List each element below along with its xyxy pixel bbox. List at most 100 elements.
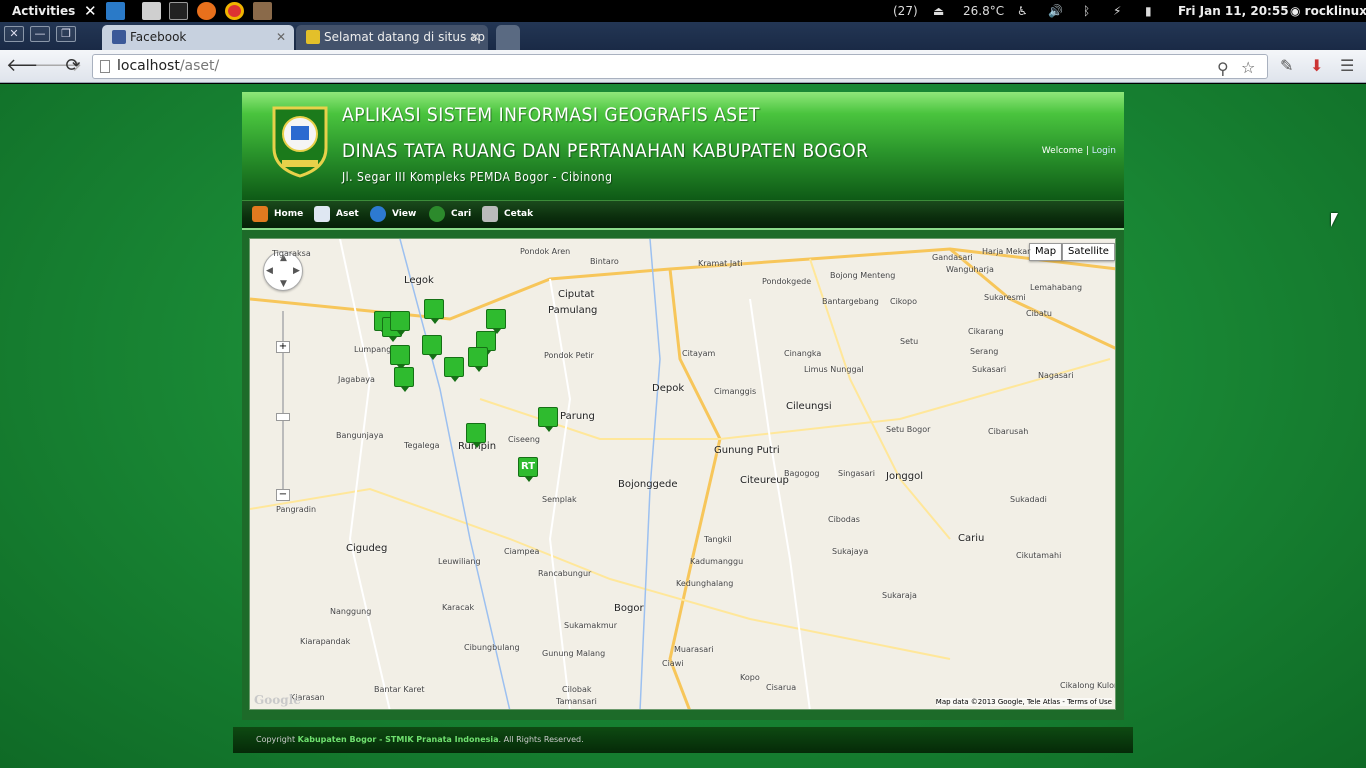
pan-right-icon[interactable]: ▶ [293, 266, 300, 276]
bookmark-star-icon[interactable]: ☆ [1241, 56, 1255, 79]
window-close-icon[interactable]: ✕ [4, 26, 24, 42]
bluetooth-icon[interactable]: ᛒ [1083, 0, 1090, 22]
window-restore-icon[interactable]: ❐ [56, 26, 76, 42]
asset-marker[interactable] [444, 357, 464, 382]
footer-brand: Kabupaten Bogor - STMIK Pranata Indonesi… [297, 735, 499, 744]
map-type-satellite-button[interactable]: Satellite [1062, 243, 1115, 261]
asset-marker[interactable] [394, 367, 414, 392]
pan-left-icon[interactable]: ◀ [266, 266, 273, 276]
map-label: Bantar Karet [374, 685, 425, 694]
menu-item-home[interactable]: Home [252, 201, 303, 229]
asset-marker[interactable] [466, 423, 486, 448]
map-zoom-control[interactable]: + − [276, 311, 290, 501]
accessibility-icon[interactable]: ♿ [1017, 0, 1028, 22]
map-label: Setu Bogor [886, 425, 931, 434]
google-map[interactable]: Map Satellite ▲ ◀ ▶ ▼ + − Tigaraksa Lego… [249, 238, 1116, 710]
map-label: Nagasari [1038, 371, 1074, 380]
map-label: Cikopo [890, 297, 918, 306]
footer-suffix: . All Rights Reserved. [498, 735, 584, 744]
menu-label: Cari [451, 209, 472, 219]
clock[interactable]: Fri Jan 11, 20:55 [1178, 0, 1289, 22]
menu-icon[interactable]: ☰ [1340, 56, 1354, 75]
map-label: Pondokgede [762, 277, 812, 286]
mouse-cursor-icon [1331, 213, 1338, 227]
close-icon[interactable]: ✕ [84, 0, 97, 22]
asset-marker[interactable] [390, 345, 410, 370]
zoom-in-icon[interactable]: + [276, 341, 290, 353]
search-icon[interactable]: ⚲ [1217, 57, 1229, 80]
login-link[interactable]: Login [1092, 146, 1116, 156]
zoom-out-icon[interactable]: − [276, 489, 290, 501]
document-icon [314, 205, 330, 222]
google-logo: Google [254, 693, 301, 707]
file-manager-launcher-icon[interactable] [106, 2, 125, 20]
map-type-map-button[interactable]: Map [1029, 243, 1063, 261]
map-label: Kadumanggu [690, 557, 744, 566]
asset-marker-rt[interactable]: RT [518, 457, 538, 482]
forward-arrow-icon[interactable]: 🡒 [34, 55, 82, 77]
map-label: Bintaro [590, 257, 619, 266]
map-label: Ciawi [662, 659, 684, 668]
map-label: Tamansari [556, 697, 597, 706]
asset-marker[interactable] [390, 311, 410, 336]
back-arrow-icon[interactable]: 🡐 [6, 55, 54, 77]
asset-marker[interactable] [486, 309, 506, 334]
terminal-launcher-icon[interactable] [169, 2, 188, 20]
map-label: Tangkil [704, 535, 732, 544]
menu-item-aset[interactable]: Aset [314, 201, 359, 229]
map-label: Kiarapandak [300, 637, 351, 646]
map-label: Ciseeng [508, 435, 540, 444]
media-launcher-icon[interactable] [253, 2, 272, 20]
zoom-handle[interactable] [276, 413, 290, 421]
asset-marker[interactable] [468, 347, 488, 372]
map-label: Pondok Aren [520, 247, 571, 256]
site-favicon-icon [306, 30, 320, 44]
system-top-bar: Activities ✕ (27) ⏏ 26.8°C ♿ 🔊 ᛒ ⚡ ▮ Fri… [0, 0, 1366, 22]
menu-item-cetak[interactable]: Cetak [482, 201, 533, 229]
download-icon[interactable]: ⬇ [1310, 56, 1323, 75]
pan-down-icon[interactable]: ▼ [280, 279, 287, 289]
map-label: Tigaraksa [272, 249, 311, 258]
map-label: Pangradin [276, 505, 317, 514]
address-bar[interactable]: localhost/aset/ ⚲ ☆ [92, 54, 1268, 79]
map-label: Pamulang [548, 305, 598, 316]
map-label: Cibungbulang [464, 643, 520, 652]
eject-icon[interactable]: ⏏ [933, 0, 944, 22]
asset-marker[interactable] [422, 335, 442, 360]
firefox-launcher-icon[interactable] [197, 2, 216, 20]
page-viewport: APLIKASI SISTEM INFORMASI GEOGRAFIS ASET… [0, 84, 1366, 768]
map-label: Cikutamahi [1016, 551, 1062, 560]
reload-icon[interactable]: ⟳ [62, 55, 84, 77]
map-label: Kedunghalang [676, 579, 734, 588]
network-icon[interactable]: ⚡ [1113, 0, 1121, 22]
tab-close-icon[interactable]: ✕ [470, 25, 480, 49]
chrome-launcher-icon[interactable] [225, 2, 244, 20]
map-label: Kopo [740, 673, 760, 682]
asset-marker[interactable] [538, 407, 558, 432]
notification-count[interactable]: (27) [893, 0, 918, 22]
activities-button[interactable]: Activities [12, 0, 75, 22]
battery-icon[interactable]: ▮ [1145, 0, 1152, 22]
weather-temperature[interactable]: 26.8°C [963, 0, 1004, 22]
menu-item-view[interactable]: View [370, 201, 416, 229]
window-minimize-icon[interactable]: — [30, 26, 50, 42]
new-tab-button[interactable] [496, 25, 520, 50]
tab-aset[interactable]: Selamat datang di situs ap ✕ [296, 25, 488, 50]
globe-icon [370, 205, 386, 222]
extension-icon[interactable]: ✎ [1280, 56, 1293, 75]
menu-label: Home [274, 209, 304, 219]
map-label: Cariu [958, 533, 985, 544]
map-copyright[interactable]: Map data ©2013 Google, Tele Atlas - Term… [935, 698, 1112, 706]
tab-close-icon[interactable]: ✕ [276, 25, 286, 49]
tab-facebook[interactable]: Facebook ✕ [102, 25, 294, 50]
menu-item-cari[interactable]: Cari [429, 201, 471, 229]
text-editor-launcher-icon[interactable] [142, 2, 161, 20]
user-menu[interactable]: ◉ rocklinux [1290, 0, 1366, 22]
tab-title: Selamat datang di situs ap [324, 30, 486, 44]
map-label: Sukamakmur [564, 621, 618, 630]
page-icon [100, 60, 110, 73]
welcome-text: Welcome [1041, 146, 1083, 156]
volume-icon[interactable]: 🔊 [1048, 0, 1063, 22]
map-label: Cigudeg [346, 543, 388, 554]
asset-marker[interactable] [424, 299, 444, 324]
